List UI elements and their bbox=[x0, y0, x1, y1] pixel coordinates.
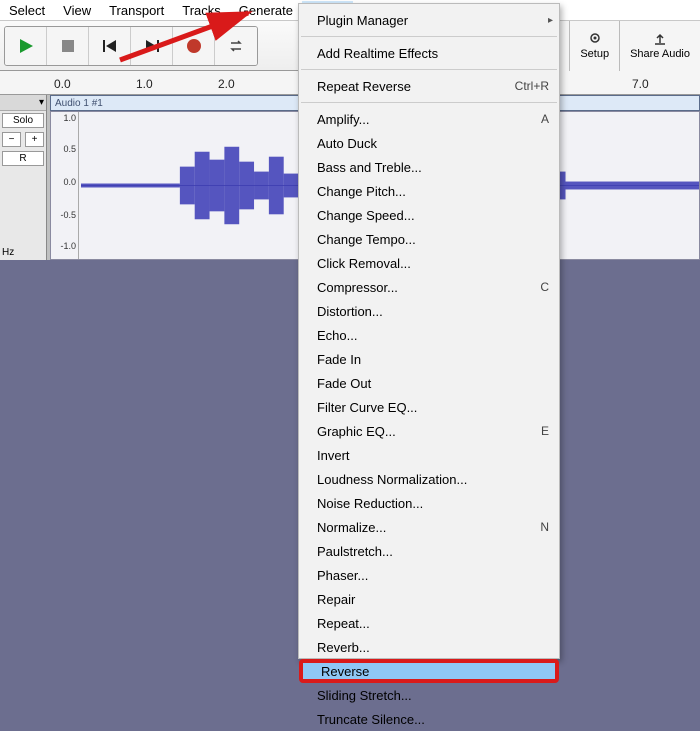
menu-phaser[interactable]: Phaser... bbox=[299, 563, 559, 587]
play-button[interactable] bbox=[5, 27, 47, 65]
skip-start-button[interactable] bbox=[89, 27, 131, 65]
menu-compressor[interactable]: Compressor...C bbox=[299, 275, 559, 299]
menu-repeat[interactable]: Repeat... bbox=[299, 611, 559, 635]
hz-label: Hz bbox=[0, 245, 46, 260]
gear-icon bbox=[587, 32, 603, 46]
gain-plus[interactable]: + bbox=[25, 132, 44, 147]
menu-change-tempo[interactable]: Change Tempo... bbox=[299, 227, 559, 251]
tick: 2.0 bbox=[218, 77, 235, 91]
amplitude-ruler: 1.0 0.5 0.0 -0.5 -1.0 bbox=[51, 112, 79, 259]
menu-repeat-reverse[interactable]: Repeat ReverseCtrl+R bbox=[299, 74, 559, 98]
menu-repair[interactable]: Repair bbox=[299, 587, 559, 611]
upload-icon bbox=[652, 32, 668, 46]
menu-filter-curve-eq[interactable]: Filter Curve EQ... bbox=[299, 395, 559, 419]
gain-minus[interactable]: − bbox=[2, 132, 21, 147]
channel-r-button[interactable]: R bbox=[2, 151, 44, 166]
share-label: Share Audio bbox=[630, 48, 690, 60]
track-menu-toggle[interactable]: ▾ bbox=[0, 95, 46, 111]
tick: 1.0 bbox=[136, 77, 153, 91]
tick: 0.0 bbox=[54, 77, 71, 91]
chevron-right-icon: ▸ bbox=[548, 15, 553, 26]
menu-add-realtime[interactable]: Add Realtime Effects bbox=[299, 41, 559, 65]
menu-bass-treble[interactable]: Bass and Treble... bbox=[299, 155, 559, 179]
solo-button[interactable]: Solo bbox=[2, 113, 44, 128]
menu-change-speed[interactable]: Change Speed... bbox=[299, 203, 559, 227]
menu-sliding-stretch[interactable]: Sliding Stretch... bbox=[299, 683, 559, 707]
menu-select[interactable]: Select bbox=[0, 1, 54, 20]
track-panel: ▾ Solo − + R Hz bbox=[0, 95, 47, 260]
menu-change-pitch[interactable]: Change Pitch... bbox=[299, 179, 559, 203]
menu-fade-in[interactable]: Fade In bbox=[299, 347, 559, 371]
menu-paulstretch[interactable]: Paulstretch... bbox=[299, 539, 559, 563]
record-button[interactable] bbox=[173, 27, 215, 65]
setup-label: Setup bbox=[580, 48, 609, 60]
menu-view[interactable]: View bbox=[54, 1, 100, 20]
stop-button[interactable] bbox=[47, 27, 89, 65]
menu-transport[interactable]: Transport bbox=[100, 1, 173, 20]
menu-normalize[interactable]: Normalize...N bbox=[299, 515, 559, 539]
menu-loudness-norm[interactable]: Loudness Normalization... bbox=[299, 467, 559, 491]
menu-invert[interactable]: Invert bbox=[299, 443, 559, 467]
play-controls bbox=[4, 26, 258, 66]
loop-button[interactable] bbox=[215, 27, 257, 65]
menu-amplify[interactable]: Amplify...A bbox=[299, 107, 559, 131]
menu-auto-duck[interactable]: Auto Duck bbox=[299, 131, 559, 155]
menu-click-removal[interactable]: Click Removal... bbox=[299, 251, 559, 275]
effect-menu-dropdown: Plugin Manager▸ Add Realtime Effects Rep… bbox=[298, 3, 560, 659]
skip-end-button[interactable] bbox=[131, 27, 173, 65]
menu-tracks[interactable]: Tracks bbox=[173, 1, 230, 20]
chevron-down-icon: ▾ bbox=[39, 97, 44, 108]
menu-noise-reduction[interactable]: Noise Reduction... bbox=[299, 491, 559, 515]
menu-graphic-eq[interactable]: Graphic EQ...E bbox=[299, 419, 559, 443]
tick: 7.0 bbox=[632, 77, 649, 91]
menu-reverse[interactable]: Reverse bbox=[299, 659, 559, 683]
menu-plugin-manager[interactable]: Plugin Manager▸ bbox=[299, 8, 559, 32]
setup-button[interactable]: Setup bbox=[569, 21, 619, 71]
menu-echo[interactable]: Echo... bbox=[299, 323, 559, 347]
menu-reverb[interactable]: Reverb... bbox=[299, 635, 559, 659]
menu-distortion[interactable]: Distortion... bbox=[299, 299, 559, 323]
menu-fade-out[interactable]: Fade Out bbox=[299, 371, 559, 395]
menu-truncate-silence[interactable]: Truncate Silence... bbox=[299, 707, 559, 731]
share-audio-button[interactable]: Share Audio bbox=[619, 21, 700, 71]
menu-generate[interactable]: Generate bbox=[230, 1, 302, 20]
